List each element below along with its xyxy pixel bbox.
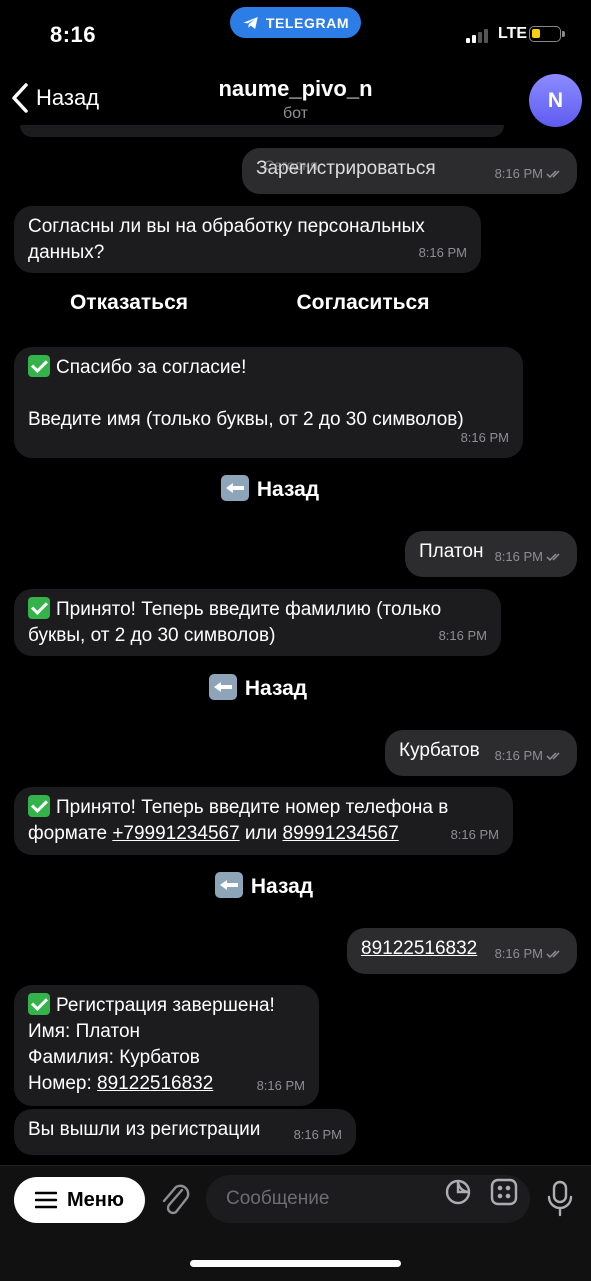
date-label: Сегодня <box>264 157 318 173</box>
microphone-icon[interactable] <box>546 1180 574 1218</box>
check-mark-icon <box>28 355 50 377</box>
back-keyboard-label: Назад <box>250 875 314 898</box>
message-time: 8:16 PM <box>256 1078 305 1093</box>
hamburger-icon <box>35 1191 58 1209</box>
message-list[interactable]: Зарегистрироваться 8:16 PM Сегодня Согла… <box>0 125 591 1165</box>
message-time: 8:16 PM <box>293 1127 342 1142</box>
message-incoming[interactable]: Регистрация завершена! Имя: Платон Фамил… <box>14 985 319 1106</box>
double-check-icon <box>546 553 560 562</box>
back-button[interactable]: Назад <box>10 82 99 114</box>
message-time: 8:16 PM <box>494 748 543 763</box>
check-mark-icon <box>28 993 50 1015</box>
message-text: Номер: <box>28 1073 98 1094</box>
message-text: Вы вышли из регистрации <box>28 1119 261 1140</box>
message-text: Спасибо за согласие! <box>56 357 247 378</box>
message-time: 8:16 PM <box>438 628 487 643</box>
message-time: 8:16 PM <box>494 946 543 961</box>
double-check-icon <box>546 950 560 959</box>
back-keyboard-button[interactable]: Назад <box>94 872 434 899</box>
previous-message-edge <box>20 125 504 137</box>
message-outgoing[interactable]: Платон 8:16 PM <box>405 531 577 577</box>
message-text: Регистрация завершена! <box>56 995 275 1016</box>
double-check-icon <box>546 170 560 179</box>
telegram-pill[interactable]: TELEGRAM <box>230 7 361 38</box>
message-meta: 8:16 PM <box>451 822 499 848</box>
back-keyboard-button[interactable]: Назад <box>88 674 428 701</box>
double-check-icon <box>546 752 560 761</box>
message-outgoing[interactable]: 89122516832 8:16 PM <box>347 928 577 974</box>
check-mark-icon <box>28 597 50 619</box>
message-meta: 8:16 PM <box>294 1122 342 1148</box>
back-arrow-icon <box>214 872 243 898</box>
message-line: Принято! Теперь введите фамилию (только … <box>28 597 488 649</box>
message-time: 8:16 PM <box>418 245 467 260</box>
telegram-pill-label: TELEGRAM <box>265 14 350 31</box>
avatar[interactable]: N <box>529 74 582 127</box>
message-text: Платон <box>419 541 484 562</box>
sticker-icon[interactable] <box>444 1178 472 1206</box>
message-meta: 8:16 PM <box>461 425 509 451</box>
back-keyboard-label: Назад <box>244 677 308 700</box>
back-keyboard-button[interactable]: Назад <box>100 475 440 502</box>
phone-link[interactable]: +79991234567 <box>112 823 239 844</box>
telegram-icon <box>243 16 258 29</box>
message-time: 8:16 PM <box>494 166 543 181</box>
phone-link[interactable]: 89991234567 <box>283 823 399 844</box>
chevron-left-icon <box>12 83 28 113</box>
status-bar: 8:16 TELEGRAM LTE <box>0 0 591 70</box>
message-outgoing[interactable]: Курбатов 8:16 PM <box>385 730 577 776</box>
message-meta: 8:16 PM <box>257 1073 305 1099</box>
message-meta: 8:16 PM <box>495 941 563 967</box>
message-incoming[interactable]: Вы вышли из регистрации 8:16 PM <box>14 1109 356 1155</box>
network-type: LTE <box>498 25 528 42</box>
back-button-label: Назад <box>36 85 100 110</box>
bot-keyboard-icon[interactable] <box>490 1178 518 1206</box>
menu-button-label: Меню <box>67 1188 124 1211</box>
phone-link[interactable]: 89122516832 <box>361 938 477 959</box>
message-text: Введите имя (только буквы, от 2 до 30 си… <box>28 409 464 430</box>
message-meta: 8:16 PM <box>439 623 487 649</box>
back-arrow-icon <box>208 674 237 700</box>
message-meta: 8:16 PM <box>495 544 563 570</box>
message-incoming[interactable]: Спасибо за согласие! Введите имя (только… <box>14 347 523 458</box>
message-input-field[interactable] <box>206 1175 530 1223</box>
signal-icon <box>466 27 488 43</box>
message-text: Согласны ли вы на обработку персональных… <box>28 216 431 263</box>
message-text: Принято! Теперь введите фамилию (только … <box>28 599 442 646</box>
check-mark-icon <box>28 795 50 817</box>
decline-button[interactable]: Отказаться <box>14 291 244 315</box>
message-line: Принято! Теперь введите номер телефона в… <box>28 795 458 847</box>
message-text: Имя: Платон <box>28 1021 141 1042</box>
message-time: 8:16 PM <box>494 549 543 564</box>
message-text: Фамилия: Курбатов <box>28 1047 200 1068</box>
paperclip-icon[interactable] <box>158 1180 192 1218</box>
menu-button[interactable]: Меню <box>14 1177 145 1223</box>
message-incoming[interactable]: Согласны ли вы на обработку персональных… <box>14 206 481 273</box>
message-meta: 8:16 PM <box>495 161 563 187</box>
message-meta: 8:16 PM <box>419 240 467 266</box>
back-arrow-icon <box>220 475 249 501</box>
message-line: Регистрация завершена! <box>28 993 305 1019</box>
status-time: 8:16 <box>50 22 97 47</box>
back-keyboard-label: Назад <box>256 478 320 501</box>
message-text: или <box>239 823 283 844</box>
phone-link[interactable]: 89122516832 <box>97 1073 213 1094</box>
message-meta: 8:16 PM <box>495 743 563 769</box>
message-incoming[interactable]: Принято! Теперь введите фамилию (только … <box>14 589 501 656</box>
message-time: 8:16 PM <box>460 430 509 445</box>
message-line: Спасибо за согласие! <box>28 355 509 381</box>
home-indicator <box>190 1260 401 1267</box>
battery-icon <box>529 26 565 42</box>
message-incoming[interactable]: Принято! Теперь введите номер телефона в… <box>14 787 513 855</box>
message-input[interactable] <box>224 1187 438 1211</box>
message-text: Курбатов <box>399 740 480 761</box>
accept-button[interactable]: Согласиться <box>248 291 478 315</box>
message-time: 8:16 PM <box>450 827 499 842</box>
